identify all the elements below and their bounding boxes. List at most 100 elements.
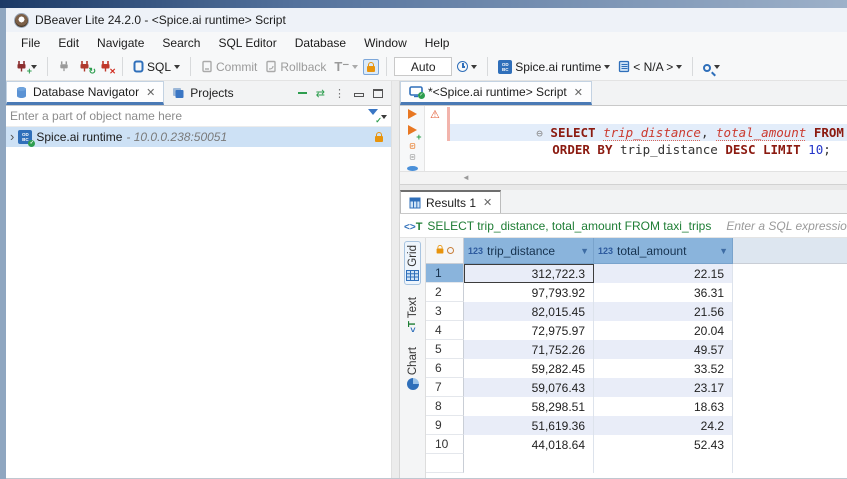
pie-chart-icon: [407, 378, 419, 390]
cell-total-amount[interactable]: 52.43: [594, 435, 733, 454]
empty-row[interactable]: [426, 454, 847, 473]
cell-total-amount[interactable]: 18.63: [594, 397, 733, 416]
cell-trip-distance[interactable]: 44,018.64: [464, 435, 594, 454]
panel-sash[interactable]: [391, 81, 400, 479]
tab-database-navigator[interactable]: Database Navigator ✕: [6, 81, 164, 105]
close-icon[interactable]: ✕: [483, 196, 492, 209]
table-row[interactable]: 10 44,018.64 52.43: [426, 435, 847, 454]
row-number[interactable]: 6: [426, 359, 464, 378]
menu-window[interactable]: Window: [355, 34, 416, 52]
filter-funnel-icon[interactable]: ✓: [368, 109, 378, 123]
menu-search[interactable]: Search: [153, 34, 209, 52]
row-number[interactable]: 3: [426, 302, 464, 321]
tab-text[interactable]: Text <T: [406, 294, 420, 335]
row-number[interactable]: 7: [426, 378, 464, 397]
cell-total-amount[interactable]: 22.15: [594, 264, 733, 283]
table-row[interactable]: 5 71,752.26 49.57: [426, 340, 847, 359]
minimize-view-icon[interactable]: [354, 93, 364, 97]
new-connection-button[interactable]: +: [12, 58, 40, 75]
table-row[interactable]: 3 82,015.45 21.56: [426, 302, 847, 321]
column-header-total-amount[interactable]: 123 total_amount ▼: [594, 238, 733, 264]
row-number[interactable]: 10: [426, 435, 464, 454]
lock-icon: [367, 66, 375, 72]
row-number[interactable]: 5: [426, 340, 464, 359]
column-header-trip-distance[interactable]: 123 trip_distance ▼: [464, 238, 594, 264]
menu-database[interactable]: Database: [286, 34, 355, 52]
cell-trip-distance[interactable]: 59,282.45: [464, 359, 594, 378]
object-filter-input[interactable]: [10, 109, 368, 123]
cell-total-amount[interactable]: 49.57: [594, 340, 733, 359]
collapse-all-icon[interactable]: [298, 92, 307, 94]
data-grid[interactable]: 123 trip_distance ▼ 123 total_amount ▼ 1…: [426, 238, 847, 479]
menu-navigate[interactable]: Navigate: [88, 34, 153, 52]
scroll-left-icon[interactable]: ◄: [462, 173, 470, 182]
cell-trip-distance[interactable]: 59,076.43: [464, 378, 594, 397]
tab-projects[interactable]: Projects: [164, 81, 241, 105]
transaction-history-button[interactable]: [454, 59, 480, 74]
active-schema-selector[interactable]: < N/A >: [615, 58, 685, 76]
cell-trip-distance[interactable]: 82,015.45: [464, 302, 594, 321]
expander-chevron-icon[interactable]: ›: [10, 132, 14, 142]
cell-trip-distance[interactable]: 51,619.36: [464, 416, 594, 435]
plug-plus-icon: +: [15, 60, 28, 73]
commit-button[interactable]: Commit: [198, 58, 260, 76]
title-bar[interactable]: DBeaver Lite 24.2.0 - <Spice.ai runtime>…: [6, 8, 847, 32]
editor-horizontal-scrollbar[interactable]: ◄: [400, 171, 847, 184]
sql-text-area[interactable]: ⊖ SELECT trip_distance, total_amount FRO…: [400, 106, 847, 171]
row-number[interactable]: 1: [426, 264, 464, 283]
search-button[interactable]: [700, 59, 723, 74]
sort-descending-icon[interactable]: ▼: [580, 246, 589, 256]
table-row[interactable]: 7 59,076.43 23.17: [426, 378, 847, 397]
disconnect-button[interactable]: ✕: [96, 58, 115, 75]
cell-trip-distance[interactable]: 97,793.92: [464, 283, 594, 302]
close-icon[interactable]: ✕: [574, 86, 583, 99]
menu-file[interactable]: File: [12, 34, 49, 52]
results-filter-bar[interactable]: <>T SELECT trip_distance, total_amount F…: [400, 214, 847, 238]
tab-results-1[interactable]: Results 1 ✕: [400, 190, 501, 213]
menu-sql-editor[interactable]: SQL Editor: [209, 34, 285, 52]
grid-corner-cell[interactable]: [426, 238, 464, 264]
table-row[interactable]: 9 51,619.36 24.2: [426, 416, 847, 435]
connection-tree-item[interactable]: › ODBC✓ Spice.ai runtime - 10.0.0.238:50…: [6, 127, 391, 147]
row-number[interactable]: 2: [426, 283, 464, 302]
transaction-log-button[interactable]: T⁻: [331, 57, 361, 77]
row-number[interactable]: 8: [426, 397, 464, 416]
tab-sql-script[interactable]: ✓ *<Spice.ai runtime> Script ✕: [400, 81, 592, 105]
cell-trip-distance[interactable]: 58,298.51: [464, 397, 594, 416]
view-menu-icon[interactable]: ⋮: [334, 87, 345, 100]
table-row[interactable]: 6 59,282.45 33.52: [426, 359, 847, 378]
sql-editor[interactable]: + ⚠ ⊖ SELECT trip_distance, total_amount…: [400, 106, 847, 171]
cell-trip-distance[interactable]: 312,722.3: [464, 264, 594, 283]
table-row[interactable]: 2 97,793.92 36.31: [426, 283, 847, 302]
sql-editor-button[interactable]: SQL: [130, 58, 183, 76]
menu-edit[interactable]: Edit: [49, 34, 88, 52]
cell-total-amount[interactable]: 23.17: [594, 378, 733, 397]
sort-descending-icon[interactable]: ▼: [719, 246, 728, 256]
tab-chart[interactable]: Chart: [406, 344, 420, 393]
connection-lock-toggle[interactable]: [363, 59, 379, 75]
commit-mode-combo[interactable]: Auto: [394, 57, 452, 76]
close-icon[interactable]: ✕: [146, 86, 155, 99]
table-row[interactable]: 8 58,298.51 18.63: [426, 397, 847, 416]
reconnect-button[interactable]: ↻: [75, 58, 94, 75]
row-number[interactable]: 9: [426, 416, 464, 435]
cell-trip-distance[interactable]: 72,975.97: [464, 321, 594, 340]
link-with-editor-icon[interactable]: ⇄: [316, 87, 325, 100]
cell-total-amount[interactable]: 33.52: [594, 359, 733, 378]
maximize-view-icon[interactable]: [373, 89, 383, 98]
menu-help[interactable]: Help: [416, 34, 459, 52]
row-number[interactable]: 4: [426, 321, 464, 340]
connect-button[interactable]: [55, 58, 73, 75]
cell-total-amount[interactable]: 24.2: [594, 416, 733, 435]
table-row[interactable]: 4 72,975.97 20.04: [426, 321, 847, 340]
readonly-lock-icon: [436, 248, 443, 253]
cell-total-amount[interactable]: 21.56: [594, 302, 733, 321]
active-connection-selector[interactable]: ODBC Spice.ai runtime: [495, 58, 613, 76]
rollback-button[interactable]: Rollback: [262, 58, 329, 76]
cell-trip-distance[interactable]: 71,752.26: [464, 340, 594, 359]
cell-total-amount[interactable]: 36.31: [594, 283, 733, 302]
sql-bracket-icon: [133, 60, 144, 73]
table-row[interactable]: 1 312,722.3 22.15: [426, 264, 847, 283]
cell-total-amount[interactable]: 20.04: [594, 321, 733, 340]
tab-grid[interactable]: Grid: [404, 241, 421, 285]
